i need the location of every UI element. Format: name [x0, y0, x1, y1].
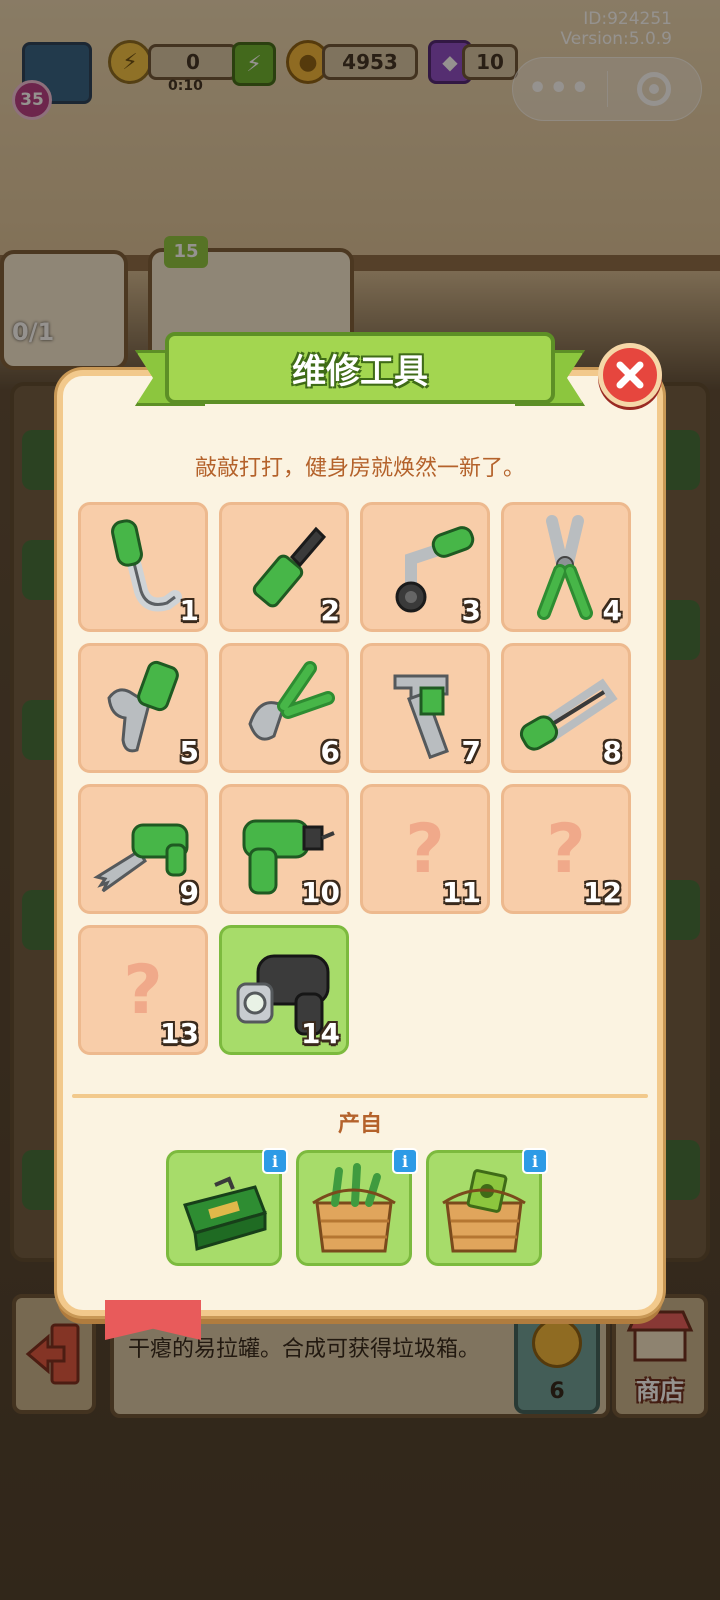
tool-number: 4 — [602, 594, 622, 627]
tool-slot-10[interactable]: 10 — [219, 784, 349, 914]
tool-number: 12 — [583, 876, 622, 909]
tool-slot-1[interactable]: 1 — [78, 502, 208, 632]
tool-number: 8 — [602, 735, 622, 768]
source-info-button[interactable]: i — [262, 1148, 288, 1174]
source-info-button[interactable]: i — [392, 1148, 418, 1174]
dialog-description: 敲敲打打，健身房就焕然一新了。 — [194, 456, 525, 481]
tool-number: 10 — [301, 876, 340, 909]
close-x-icon — [616, 361, 644, 389]
dialog-title: 维修工具 — [165, 332, 555, 404]
close-button[interactable] — [598, 343, 662, 407]
wooden-money-crate-icon — [442, 1169, 526, 1253]
tool-slot-14-selected[interactable]: 14 — [219, 925, 349, 1055]
tool-slot-4[interactable]: 4 — [501, 502, 631, 632]
tool-slot-8[interactable]: 8 — [501, 643, 631, 773]
tool-slot-3[interactable]: 3 — [360, 502, 490, 632]
tool-number: 5 — [179, 735, 199, 768]
tool-slot-6[interactable]: 6 — [219, 643, 349, 773]
tool-number: 11 — [442, 876, 481, 909]
green-toolbox-icon — [183, 1176, 267, 1251]
tool-slot-9[interactable]: 9 — [78, 784, 208, 914]
tool-slot-5[interactable]: 5 — [78, 643, 208, 773]
tool-number: 2 — [320, 594, 340, 627]
source-label: 产自 — [337, 1112, 382, 1137]
dialog-divider — [72, 1094, 648, 1098]
wooden-tool-crate-icon — [312, 1163, 396, 1253]
tool-number: 14 — [301, 1017, 340, 1050]
tool-number: 9 — [179, 876, 199, 909]
tool-slot-11-locked[interactable]: ? 11 — [360, 784, 490, 914]
tool-slot-7[interactable]: 7 — [360, 643, 490, 773]
tool-number: 1 — [179, 594, 199, 627]
source-info-button[interactable]: i — [522, 1148, 548, 1174]
tool-slot-12-locked[interactable]: ? 12 — [501, 784, 631, 914]
dialog-title-banner: 维修工具 — [135, 332, 585, 416]
tool-number: 6 — [320, 735, 340, 768]
tool-number: 7 — [461, 735, 481, 768]
tool-slot-13-locked[interactable]: ? 13 — [78, 925, 208, 1055]
tool-slot-2[interactable]: 2 — [219, 502, 349, 632]
tool-number: 13 — [160, 1017, 199, 1050]
tool-number: 3 — [461, 594, 481, 627]
